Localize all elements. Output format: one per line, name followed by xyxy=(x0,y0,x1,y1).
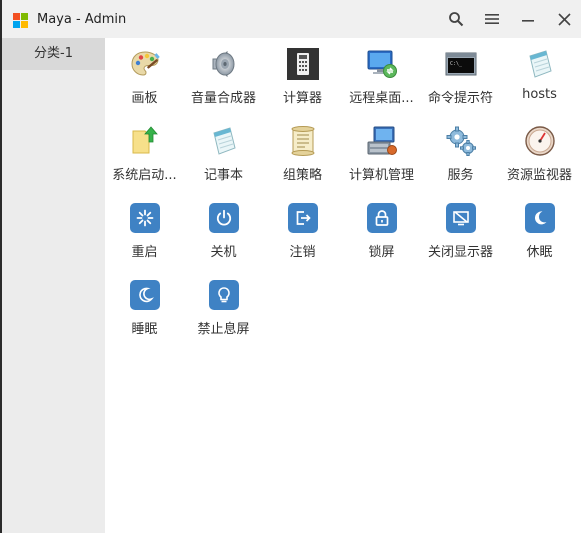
tile-label: 计算器 xyxy=(282,91,322,106)
menu-button[interactable] xyxy=(481,8,503,30)
tile-label: 关闭显示器 xyxy=(427,245,493,260)
tile-label: 关机 xyxy=(210,245,237,260)
window-title: Maya - Admin xyxy=(37,12,127,27)
tile-hibernate[interactable]: 休眠 xyxy=(500,192,579,269)
startup-folder-icon xyxy=(132,126,158,154)
minimize-icon xyxy=(522,20,534,22)
logout-icon xyxy=(287,202,319,234)
tile-label: 组策略 xyxy=(282,168,322,183)
tile-restart[interactable]: 重启 xyxy=(105,192,184,269)
remote-desktop-icon xyxy=(367,50,397,78)
tile-label: 音量合成器 xyxy=(190,91,256,106)
group-policy-scroll-icon xyxy=(291,126,315,156)
lock-icon xyxy=(366,202,398,234)
tile-label: 睡眠 xyxy=(131,322,158,337)
search-button[interactable] xyxy=(445,8,467,30)
tile-label: 资源监视器 xyxy=(506,168,572,183)
services-gears-icon xyxy=(446,126,476,156)
tile-label: 画板 xyxy=(131,91,158,106)
tile-command-prompt[interactable]: C:\_ 命令提示符 xyxy=(421,38,500,115)
sidebar-item-category-1[interactable]: 分类-1 xyxy=(2,38,105,70)
resource-monitor-icon xyxy=(525,126,555,156)
notepad-icon xyxy=(213,127,236,155)
tile-group-policy[interactable]: 组策略 xyxy=(263,115,342,192)
tile-volume-mixer[interactable]: 音量合成器 xyxy=(184,38,263,115)
tile-keep-awake[interactable]: 禁止息屏 xyxy=(184,269,263,346)
search-icon xyxy=(449,12,464,27)
tile-label: 注销 xyxy=(289,245,316,260)
speaker-icon xyxy=(212,50,235,78)
tile-startup-folder[interactable]: 系统启动... xyxy=(105,115,184,192)
paint-palette-icon xyxy=(131,51,160,76)
tile-notepad[interactable]: 记事本 xyxy=(184,115,263,192)
windows-logo-icon xyxy=(13,13,29,29)
minimize-button[interactable] xyxy=(517,8,539,30)
notepad-icon xyxy=(529,50,552,78)
tile-logout[interactable]: 注销 xyxy=(263,192,342,269)
tile-hosts[interactable]: hosts xyxy=(500,38,579,115)
app-window: Maya - Admin 分类-1 画板 音量合成器 计算器 远程桌面... C… xyxy=(0,0,581,533)
tile-label: 计算机管理 xyxy=(348,168,414,183)
tile-label: hosts xyxy=(522,87,557,102)
computer-management-icon xyxy=(367,126,397,155)
tile-services[interactable]: 服务 xyxy=(421,115,500,192)
tile-computer-management[interactable]: 计算机管理 xyxy=(342,115,421,192)
tile-label: 远程桌面... xyxy=(349,91,414,106)
close-button[interactable] xyxy=(553,8,575,30)
hamburger-icon xyxy=(485,14,499,24)
power-icon xyxy=(208,202,240,234)
tile-label: 命令提示符 xyxy=(427,91,493,106)
tile-sleep[interactable]: 睡眠 xyxy=(105,269,184,346)
tile-calculator[interactable]: 计算器 xyxy=(263,38,342,115)
launcher-grid: 画板 音量合成器 计算器 远程桌面... C:\_ 命令提示符 hosts 系统… xyxy=(105,38,581,533)
tile-label: 休眠 xyxy=(526,245,553,260)
tile-paint[interactable]: 画板 xyxy=(105,38,184,115)
close-icon xyxy=(557,12,571,26)
tile-label: 系统启动... xyxy=(112,168,177,183)
title-bar[interactable]: Maya - Admin xyxy=(2,0,581,38)
tile-label: 禁止息屏 xyxy=(197,322,250,337)
tile-label: 记事本 xyxy=(203,168,243,183)
tile-label: 重启 xyxy=(131,245,158,260)
tile-label: 锁屏 xyxy=(368,245,395,260)
restart-icon xyxy=(129,202,161,234)
tile-remote-desktop[interactable]: 远程桌面... xyxy=(342,38,421,115)
svg-text:C:\_: C:\_ xyxy=(450,61,463,67)
moon-icon xyxy=(524,202,556,234)
calculator-icon xyxy=(287,48,319,80)
category-sidebar: 分类-1 xyxy=(2,38,105,533)
tile-lock-screen[interactable]: 锁屏 xyxy=(342,192,421,269)
tile-shutdown[interactable]: 关机 xyxy=(184,192,263,269)
tile-label: 服务 xyxy=(447,168,474,183)
tile-resource-monitor[interactable]: 资源监视器 xyxy=(500,115,579,192)
command-prompt-icon: C:\_ xyxy=(445,52,477,76)
lightbulb-icon xyxy=(208,279,240,311)
moon-icon xyxy=(129,279,161,311)
monitor-off-icon xyxy=(445,202,477,234)
tile-monitor-off[interactable]: 关闭显示器 xyxy=(421,192,500,269)
